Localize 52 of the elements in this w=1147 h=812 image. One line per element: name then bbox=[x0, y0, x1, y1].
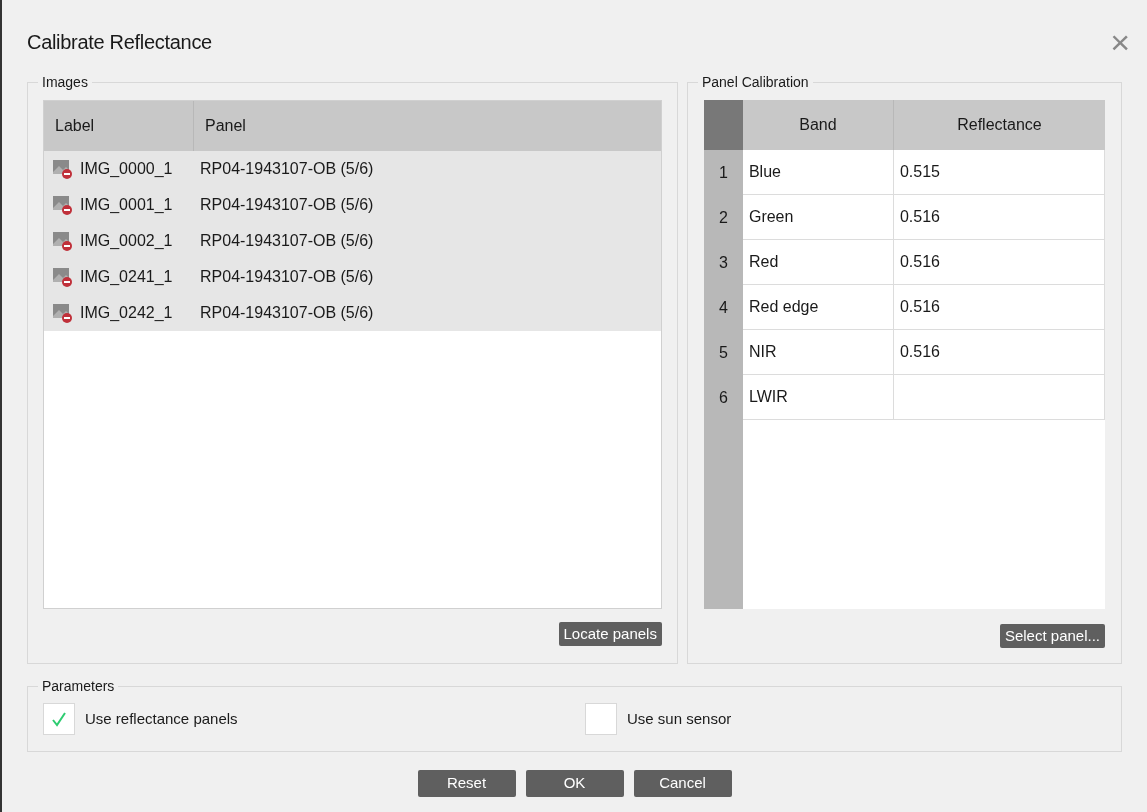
checkbox-label: Use sun sensor bbox=[627, 708, 732, 729]
table-cell[interactable]: 0.515 bbox=[893, 150, 1105, 194]
column-header: Band bbox=[742, 100, 894, 150]
table-cell[interactable]: 0.516 bbox=[893, 195, 1105, 239]
row-number: 3 bbox=[718, 252, 729, 273]
table-cell: Red edge bbox=[742, 285, 894, 329]
locate-panels-button[interactable]: Locate panels bbox=[558, 622, 662, 646]
table-cell: Red bbox=[742, 240, 894, 284]
row-number: 5 bbox=[718, 342, 729, 363]
table-row[interactable]: IMG_0002_1 RP04-1943107-OB (5/6) bbox=[44, 223, 661, 259]
checkbox-label: Use reflectance panels bbox=[85, 708, 238, 729]
image-error-icon bbox=[52, 302, 74, 324]
table-cell: Blue bbox=[742, 150, 894, 194]
table-row[interactable]: IMG_0241_1 RP04-1943107-OB (5/6) bbox=[44, 259, 661, 295]
table-cell-text: RP04-1943107-OB (5/6) bbox=[199, 303, 375, 323]
table-cell-text: IMG_0001_1 bbox=[80, 195, 173, 215]
table-cell: LWIR bbox=[742, 375, 894, 419]
table-cell-text: RP04-1943107-OB (5/6) bbox=[199, 159, 375, 179]
image-error-icon bbox=[52, 158, 74, 180]
image-error-icon bbox=[52, 194, 74, 216]
table-cell: Green bbox=[742, 195, 894, 239]
table-cell-text: RP04-1943107-OB (5/6) bbox=[199, 195, 375, 215]
column-header: Panel bbox=[204, 116, 247, 136]
row-number: 1 bbox=[718, 162, 729, 183]
dialog-button[interactable]: Reset bbox=[417, 770, 516, 797]
check-icon bbox=[50, 710, 68, 728]
checkbox[interactable] bbox=[585, 703, 617, 735]
table-row[interactable]: IMG_0242_1 RP04-1943107-OB (5/6) bbox=[44, 295, 661, 331]
corner-header bbox=[703, 100, 743, 150]
dialog-button[interactable]: OK bbox=[525, 770, 624, 797]
select-panel-button[interactable]: Select panel... bbox=[999, 624, 1105, 648]
table-cell: NIR bbox=[742, 330, 894, 374]
table-row[interactable]: IMG_0000_1 RP04-1943107-OB (5/6) bbox=[44, 151, 661, 187]
row-number: 6 bbox=[718, 387, 729, 408]
dialog-button[interactable]: Cancel bbox=[633, 770, 732, 797]
table-cell[interactable]: 0.516 bbox=[893, 330, 1105, 374]
row-number: 4 bbox=[718, 297, 729, 318]
checkbox[interactable] bbox=[43, 703, 75, 735]
table-cell-text: IMG_0002_1 bbox=[80, 231, 173, 251]
image-error-icon bbox=[52, 230, 74, 252]
table-cell[interactable]: 0.516 bbox=[893, 285, 1105, 329]
image-error-icon bbox=[52, 266, 74, 288]
table-cell[interactable]: 0.516 bbox=[893, 240, 1105, 284]
table-cell-text: IMG_0242_1 bbox=[80, 303, 173, 323]
table-cell-text: IMG_0241_1 bbox=[80, 267, 173, 287]
table-cell-text: IMG_0000_1 bbox=[80, 159, 173, 179]
table-cell-text: RP04-1943107-OB (5/6) bbox=[199, 231, 375, 251]
table-cell-text: RP04-1943107-OB (5/6) bbox=[199, 267, 375, 287]
row-number: 2 bbox=[718, 207, 729, 228]
table-row[interactable]: IMG_0001_1 RP04-1943107-OB (5/6) bbox=[44, 187, 661, 223]
window-title: Calibrate Reflectance bbox=[27, 30, 212, 55]
column-header: Reflectance bbox=[956, 115, 1043, 135]
